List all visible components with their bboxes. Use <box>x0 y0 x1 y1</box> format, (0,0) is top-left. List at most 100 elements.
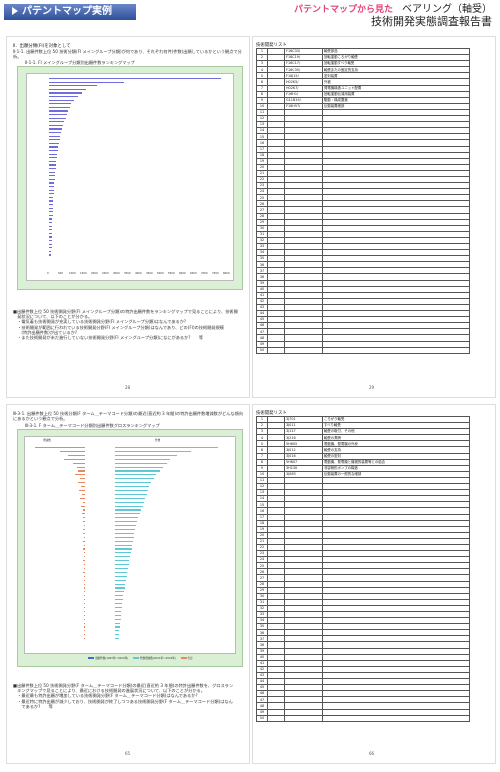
chart3-bar <box>115 462 167 464</box>
chart1-tick-label: 6000 <box>179 272 186 275</box>
chart1-bar <box>49 225 53 227</box>
chart3-bar <box>115 540 133 542</box>
chart3-delta-bar <box>83 521 85 523</box>
chart3-bar <box>115 634 120 636</box>
chart3-bar <box>115 521 137 523</box>
table-cell <box>267 346 285 354</box>
chart1-bar <box>49 222 53 224</box>
page-header: パテントマップ実例 パテントマップから見た ベアリング（軸受） 技術開発実態調査… <box>0 0 500 34</box>
subtitle-report: 技術開発実態調査報告書 <box>371 15 492 28</box>
chart1-tick-label: 7500 <box>212 272 219 275</box>
chart3-bar <box>115 513 140 515</box>
chart3-legend: 出願件数(1993年～2020年) 件数増減数(2021年～2022年) 合計 <box>88 656 193 660</box>
chart3-delta-bar <box>35 447 85 449</box>
chart3-delta-bar <box>77 482 85 484</box>
chart1-tick-label: 8000 <box>223 272 230 275</box>
chart1-bar <box>49 114 68 116</box>
chart1-bar <box>49 88 87 90</box>
chart1-bar <box>49 247 52 249</box>
page-number: 65 <box>125 751 131 756</box>
chart1-tick-label: 1000 <box>69 272 76 275</box>
chart3-delta-bar <box>83 548 85 550</box>
chart1-bar <box>49 85 98 87</box>
chart1-bar <box>49 200 54 202</box>
chart3-bar <box>115 474 157 476</box>
page3-body: ■出願件数上位 50 技術開発分野(F ターム＿テーマコード分類)の最近(直近約… <box>13 683 245 709</box>
chart1-bar <box>49 124 64 126</box>
chart3-bar <box>115 560 130 562</box>
chart1-bar <box>49 250 52 252</box>
chart3-delta-bar <box>84 603 85 605</box>
chart3-bar <box>115 587 125 589</box>
chart1-tick-label: 4000 <box>135 272 142 275</box>
chart3-delta-bar <box>80 497 85 499</box>
chart3-bar <box>115 528 135 531</box>
chart1-bar <box>49 182 55 184</box>
chart3-delta-bar <box>76 466 85 468</box>
chart3-bar <box>115 618 121 620</box>
chart3-delta-bar <box>82 532 85 534</box>
chart1-bar <box>49 153 58 155</box>
chart3-bar <box>115 583 126 585</box>
chart1-bar <box>49 236 52 238</box>
chart3-bar <box>115 525 136 527</box>
chart3-delta-bar <box>84 536 85 538</box>
page-number: 29 <box>369 385 375 390</box>
chart1-bar <box>49 99 75 101</box>
chart3-left-label: 増減数 <box>43 439 51 442</box>
chart3-bar <box>115 470 160 472</box>
chart3-bar <box>115 599 123 601</box>
chart3-delta-bar <box>84 626 85 628</box>
chart3-bar <box>115 606 122 609</box>
chart1-tick-label: 2000 <box>91 272 98 275</box>
arrow-icon <box>12 7 18 15</box>
legend-swatch <box>133 657 140 659</box>
page-number: 28 <box>125 385 131 390</box>
chart3-bar <box>115 595 124 597</box>
chart3-delta-bar <box>80 478 85 480</box>
chart1-tick-label: 1500 <box>80 272 87 275</box>
table-cell <box>267 714 285 722</box>
chart3-delta-bar <box>84 525 85 527</box>
body-line: ・また技術開発が未だ進行していない技術開発分野(FI メイングループ分類)になに… <box>13 335 204 341</box>
chart1-frame: 0 500 1000 1500 2000 2500 3000 3500 4000 4500 5000… <box>17 66 243 290</box>
chart3-delta-bar <box>84 591 85 593</box>
chart3-bar <box>115 638 119 640</box>
chart3-bar <box>115 626 120 628</box>
chart3-bar <box>115 544 133 546</box>
page3-chart-title: Ⅲ-3-1. F ターム＿テーマコード分類別出願件数グロスランキングマップ <box>25 423 160 428</box>
chart3-bar <box>115 567 129 570</box>
subtitle-topic: ベアリング（軸受） <box>402 4 492 15</box>
table-cell <box>284 714 323 722</box>
chart3-delta-bar <box>80 486 85 488</box>
chart1-bar <box>49 139 60 141</box>
chart1-bar <box>49 157 57 159</box>
chart1-bar <box>49 171 56 173</box>
legend-item: 出願件数(1993年～2020年) <box>94 657 129 660</box>
chart3-bar <box>115 454 177 456</box>
chart1-bar <box>49 211 53 213</box>
chart1-bar <box>49 132 62 134</box>
chart1-bar <box>49 128 63 130</box>
legend-swatch <box>180 657 187 659</box>
chart3-delta-bar <box>81 513 85 515</box>
chart3-delta-bar <box>84 544 85 546</box>
chart3-delta-bar <box>83 509 85 511</box>
chart1-tick-label: 5500 <box>168 272 175 275</box>
chart3-bar <box>115 497 146 499</box>
chart3-delta-bar <box>84 634 85 636</box>
table-cell <box>322 346 470 354</box>
tech-list-table: 1 3J701 ころがり軸受 2 3J011 すべり軸受 3 3J117 軸受の取付、その他 4 3… <box>256 415 470 722</box>
chart3-bar <box>115 610 122 612</box>
legend-item: 合計 <box>187 657 193 660</box>
page-65: Ⅲ-3-1. 出願件数上位 50 技術分類(F ターム＿テーマコード分類)の最近… <box>6 404 250 764</box>
chart3-bar <box>115 447 219 449</box>
chart1-bar <box>49 240 52 242</box>
chart1-bar <box>49 92 82 94</box>
chart1-bar <box>49 78 221 80</box>
chart3-delta-bar <box>84 587 85 589</box>
chart3-delta-bar <box>68 454 85 456</box>
chart1-bar <box>49 207 53 209</box>
chart3-plot: 増減数 件数 <box>24 436 236 654</box>
chart3-delta-bar <box>84 564 85 566</box>
